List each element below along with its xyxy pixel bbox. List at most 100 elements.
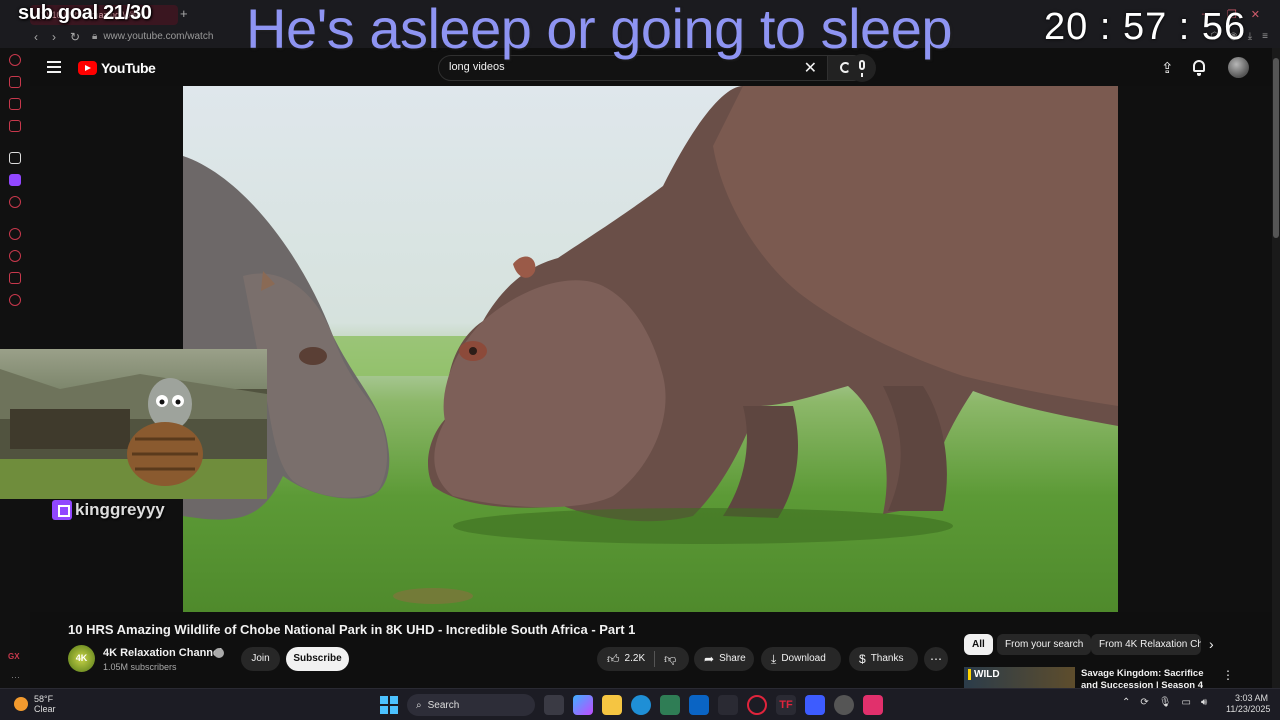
clear-icon[interactable]: ✕ <box>804 58 817 78</box>
more-icon[interactable]: ··· <box>11 672 20 682</box>
share-button[interactable]: ➦ Share <box>694 647 754 671</box>
twitch-icon[interactable] <box>9 174 21 186</box>
forward-icon[interactable]: › <box>52 30 56 44</box>
tiktok-icon[interactable] <box>863 695 883 715</box>
subscribe-button[interactable]: Subscribe <box>286 647 349 671</box>
download-icon[interactable]: ⤓ <box>1248 31 1252 42</box>
system-clock[interactable]: 3:03 AM 11/23/2025 <box>1226 693 1271 715</box>
taskbar-search[interactable]: ⌕ Search <box>407 694 535 716</box>
gx-icon[interactable]: GX <box>8 652 20 661</box>
search-input[interactable] <box>449 61 769 73</box>
video-title: 10 HRS Amazing Wildlife of Chobe Nationa… <box>68 622 636 637</box>
download-button[interactable]: ⤓ Download <box>761 647 841 671</box>
twitch-icon <box>52 500 72 520</box>
more-actions-button[interactable]: ⋯ <box>924 647 948 671</box>
clock-overlay: 20 : 57 : 56 <box>1044 6 1247 48</box>
system-tray: ⌃ ⟳ 🎙︎ ▭ 🔊︎ <box>1122 697 1207 708</box>
weather-widget[interactable]: 58°F Clear <box>14 694 56 714</box>
task-view-icon[interactable] <box>544 695 564 715</box>
like-divider <box>654 651 656 667</box>
new-tab-icon[interactable]: + <box>180 6 188 21</box>
extensions-icon[interactable] <box>9 272 21 284</box>
tray-sync-icon[interactable]: ⟳ <box>1140 697 1148 708</box>
recommendation-menu-icon[interactable]: ⋮ <box>1222 668 1234 682</box>
hippo-scene <box>183 86 1118 604</box>
bag-icon[interactable] <box>9 76 21 88</box>
tray-display-icon[interactable]: ▭ <box>1181 697 1190 708</box>
system-date: 11/23/2025 <box>1226 704 1271 714</box>
bell-icon[interactable] <box>1193 60 1205 76</box>
youtube-logo[interactable]: YouTube <box>78 60 156 76</box>
chip-all[interactable]: All <box>964 634 993 655</box>
reload-icon[interactable]: ↻ <box>70 30 80 44</box>
page-scrollbar[interactable] <box>1272 48 1280 688</box>
youtube-play-icon <box>78 61 97 75</box>
copilot-icon[interactable] <box>573 695 593 715</box>
outlook-icon[interactable] <box>689 695 709 715</box>
tray-volume-icon[interactable]: 🔊︎ <box>1201 697 1207 708</box>
download-label: Download <box>781 653 826 664</box>
weather-icon <box>14 697 28 711</box>
share-label: Share <box>719 653 746 664</box>
menu-icon[interactable]: ≡ <box>1262 31 1268 42</box>
file-explorer-icon[interactable] <box>602 695 622 715</box>
twitch-badge: kinggreyyy <box>52 500 165 520</box>
like-count[interactable]: 2.2K <box>625 647 646 671</box>
opera-gx-icon[interactable] <box>747 695 767 715</box>
scrollbar-thumb[interactable] <box>1273 58 1279 238</box>
url-text: www.youtube.com/watch <box>103 31 214 42</box>
back-icon[interactable]: ‹ <box>34 30 38 44</box>
avatar[interactable] <box>1228 57 1249 78</box>
news-icon[interactable] <box>9 120 21 132</box>
settings-icon[interactable] <box>9 294 21 306</box>
channel-name[interactable]: 4K Relaxation Channel <box>103 647 222 659</box>
verified-icon <box>214 648 224 658</box>
aria-icon[interactable] <box>9 152 21 164</box>
screen: (?) 10 HRS Amazing Wildli + — ❐ ✕ ‹ › ↻ … <box>0 0 1280 720</box>
windows-start-icon[interactable] <box>380 696 398 714</box>
download-icon: ⤓ <box>771 652 777 666</box>
webcam-scene <box>0 369 267 499</box>
search-icon: ⌕ <box>416 699 422 711</box>
like-icon[interactable]: 👍︎ <box>607 647 620 671</box>
edge-icon[interactable] <box>631 695 651 715</box>
caption-overlay: He's asleep or going to sleep <box>246 0 952 60</box>
nav-buttons: ‹ › ↻ <box>34 30 80 44</box>
weather-condition: Clear <box>34 704 56 714</box>
mic-icon <box>859 60 865 77</box>
tray-chevron-icon[interactable]: ⌃ <box>1122 697 1130 708</box>
chip-from-search[interactable]: From your search <box>997 634 1092 655</box>
player-icon[interactable] <box>9 228 21 240</box>
share-icon: ➦ <box>704 652 715 666</box>
dislike-icon[interactable]: 👎︎ <box>664 647 676 671</box>
upload-icon[interactable]: ⇪ <box>1161 59 1174 77</box>
tf-app-icon[interactable]: TF <box>776 695 796 715</box>
close-window-icon[interactable]: ✕ <box>1251 8 1260 21</box>
weather-temperature: 58°F <box>34 694 54 704</box>
channel-avatar[interactable]: 4K <box>68 645 95 672</box>
speed-dial-icon[interactable] <box>9 54 21 66</box>
taskbar: 58°F Clear ⌕ Search TF ⌃ ⟳ 🎙︎ ▭ 🔊︎ 3:03 … <box>0 688 1280 720</box>
app-icon[interactable] <box>718 695 738 715</box>
sub-goal-overlay: sub goal 21/30 <box>18 2 152 24</box>
recommendation-title[interactable]: Savage Kingdom: Sacrifice and Succession… <box>1081 668 1216 688</box>
twitch-username: kinggreyyy <box>75 500 165 519</box>
thanks-label: Thanks <box>870 653 904 664</box>
video-frame[interactable] <box>183 86 1118 612</box>
messenger-icon[interactable] <box>9 98 21 110</box>
obs-icon[interactable] <box>834 695 854 715</box>
join-button[interactable]: Join <box>241 647 280 671</box>
store-icon[interactable] <box>660 695 680 715</box>
blue-app-icon[interactable] <box>805 695 825 715</box>
url-field[interactable]: 🔒︎ www.youtube.com/watch <box>92 31 213 42</box>
music-icon[interactable] <box>9 196 21 208</box>
thanks-button[interactable]: $ Thanks <box>849 647 918 671</box>
recommendation-thumb-label: WILD <box>968 669 1000 680</box>
chip-from-channel[interactable]: From 4K Relaxation Channel <box>1091 634 1201 655</box>
tray-mic-icon[interactable]: 🎙︎ <box>1159 697 1172 708</box>
recommendation-thumbnail[interactable]: WILD <box>964 667 1075 689</box>
menu-icon[interactable] <box>47 61 61 73</box>
like-dislike-group: 👍︎ 2.2K 👎︎ <box>597 647 689 671</box>
chevron-right-icon[interactable]: › <box>1209 636 1214 652</box>
history-icon[interactable] <box>9 250 21 262</box>
